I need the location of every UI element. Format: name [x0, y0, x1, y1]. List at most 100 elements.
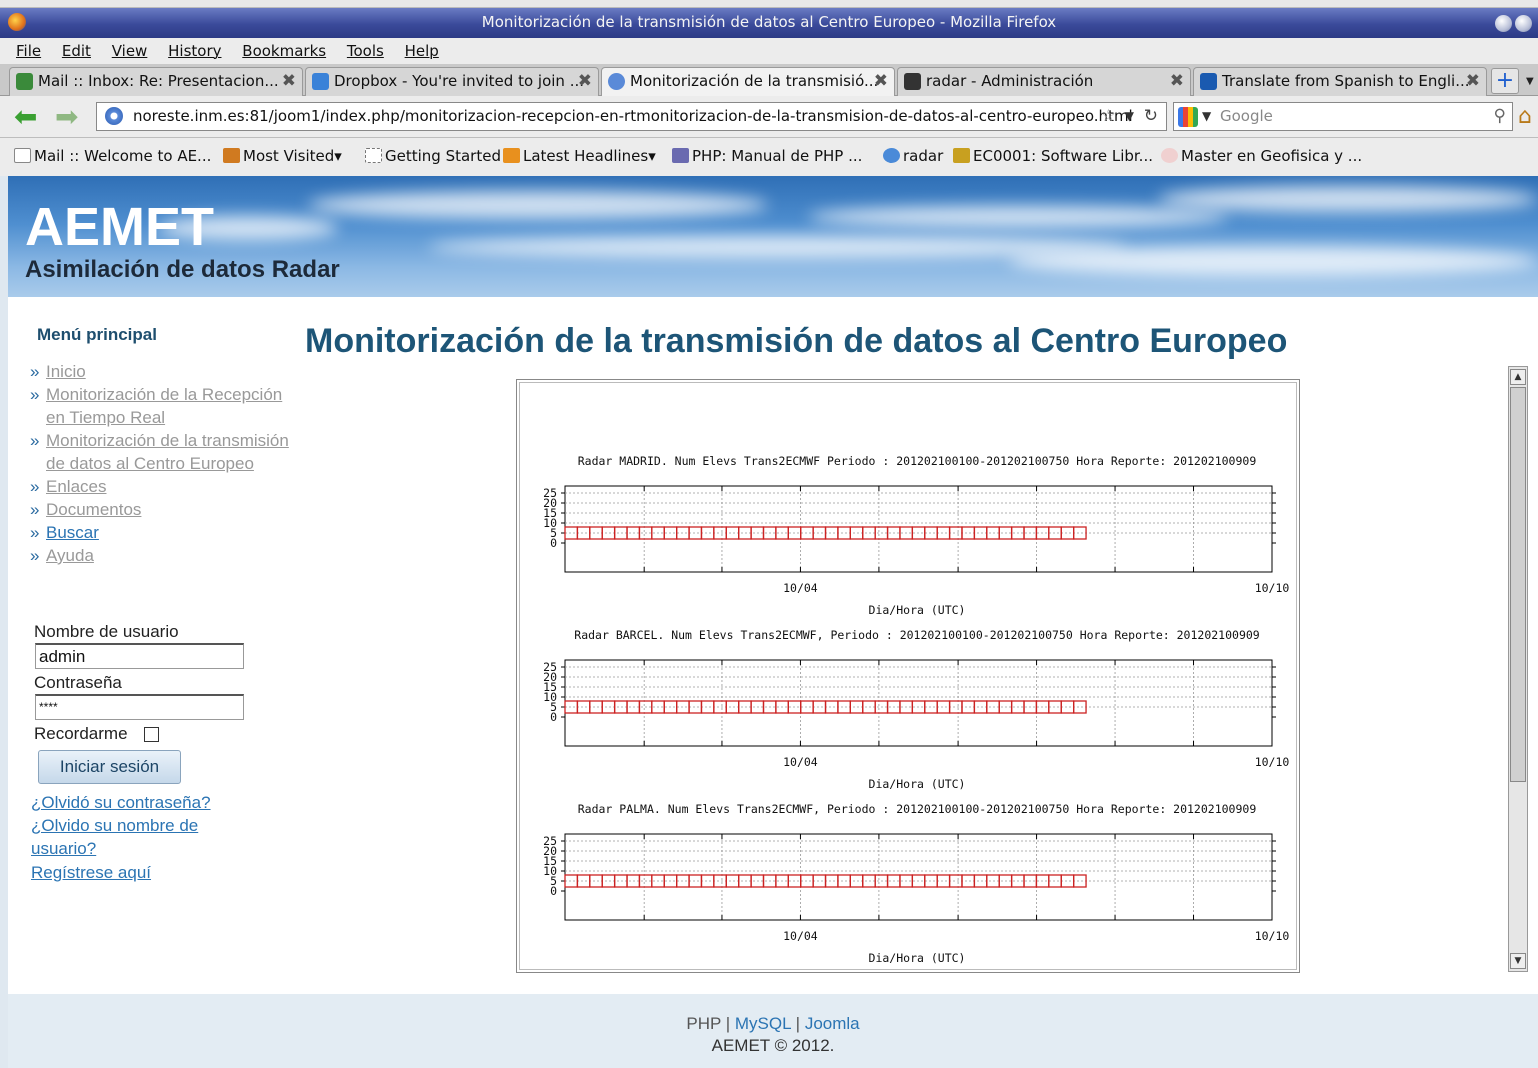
- search-input[interactable]: ▼ Google ⚲: [1173, 102, 1513, 131]
- menu-link-ayuda[interactable]: Ayuda: [46, 546, 94, 565]
- remember-checkbox[interactable]: [144, 727, 159, 742]
- x-tick-label: 10/04: [783, 755, 818, 769]
- bookmark-mail[interactable]: Mail :: Welcome to AE...: [14, 147, 211, 165]
- close-window-icon[interactable]: [1515, 15, 1532, 32]
- tab-dropbox[interactable]: Dropbox - You're invited to join ... ✖: [305, 67, 599, 96]
- google-engine-icon[interactable]: [1178, 107, 1198, 127]
- menu-link-documentos[interactable]: Documentos: [46, 500, 141, 519]
- bookmark-star-icon[interactable]: ☆: [1101, 103, 1116, 130]
- close-tab-icon[interactable]: ✖: [282, 68, 296, 95]
- sidebar: Menú principal Inicio Monitorización de …: [8, 297, 298, 997]
- password-field[interactable]: ****: [35, 694, 244, 720]
- footer-mysql-link[interactable]: MySQL: [735, 1014, 791, 1033]
- x-axis-label: Dia/Hora (UTC): [869, 951, 966, 965]
- dropbox-favicon-icon: [312, 73, 329, 90]
- bookmark-php-manual[interactable]: PHP: Manual de PHP ...: [672, 147, 862, 165]
- forgot-username-link[interactable]: ¿Olvido su nombre de: [31, 814, 198, 837]
- data-point: [973, 526, 988, 540]
- data-point: [837, 874, 851, 888]
- globe-icon: [883, 148, 900, 163]
- close-tab-icon[interactable]: ✖: [874, 68, 888, 95]
- new-tab-button[interactable]: +: [1491, 68, 1519, 94]
- menu-link-buscar[interactable]: Buscar: [46, 523, 99, 542]
- menu-history[interactable]: History: [168, 38, 221, 64]
- reload-icon[interactable]: ↻: [1144, 103, 1158, 130]
- footer-copyright: AEMET © 2012.: [711, 1036, 835, 1055]
- menu-link-enlaces[interactable]: Enlaces: [46, 477, 106, 496]
- menu-item-inicio: Inicio: [30, 360, 290, 383]
- close-tab-icon[interactable]: ✖: [578, 68, 592, 95]
- scrollbar[interactable]: ▲ ▼: [1508, 366, 1528, 972]
- scroll-up-icon[interactable]: ▲: [1510, 369, 1526, 385]
- data-point: [713, 874, 727, 888]
- plot-area: [564, 485, 1273, 573]
- engine-dropdown-icon[interactable]: ▼: [1202, 103, 1211, 130]
- x-axis-label: Dia/Hora (UTC): [869, 603, 966, 617]
- scroll-thumb[interactable]: [1510, 387, 1526, 782]
- close-tab-icon[interactable]: ✖: [1170, 68, 1184, 95]
- tab-translate[interactable]: Translate from Spanish to Engli... ✖: [1193, 67, 1487, 96]
- list-tabs-icon[interactable]: ▼: [1526, 76, 1534, 87]
- menu-link-recepcion[interactable]: Monitorización de la Recepción en Tiempo…: [46, 385, 282, 427]
- data-point: [725, 526, 740, 540]
- bookmark-getting-started[interactable]: Getting Started: [365, 147, 501, 165]
- close-tab-icon[interactable]: ✖: [1466, 68, 1480, 95]
- bookmark-label: Master en Geofisica y ...: [1181, 147, 1363, 165]
- data-point: [961, 874, 976, 888]
- menu-link-transmision[interactable]: Monitorización de la transmisión de dato…: [46, 431, 289, 473]
- tab-radar-admin[interactable]: radar - Administración ✖: [897, 67, 1191, 96]
- menu-file[interactable]: File: [16, 38, 41, 64]
- university-icon: [1161, 148, 1178, 163]
- y-tick-label: 25: [543, 486, 557, 500]
- username-field[interactable]: admin: [35, 643, 244, 669]
- data-point: [725, 874, 740, 888]
- data-point: [713, 700, 727, 714]
- tab-monitorizacion[interactable]: Monitorización de la transmisió... ✖: [601, 67, 895, 96]
- footer-links: PHP | MySQL | Joomla: [8, 1014, 1538, 1034]
- history-dropdown-icon[interactable]: ▼: [1125, 103, 1134, 130]
- bookmark-latest-headlines[interactable]: Latest Headlines▾: [503, 147, 656, 165]
- username-label: Nombre de usuario: [34, 622, 179, 641]
- data-point: [601, 700, 616, 714]
- bookmark-ec0001[interactable]: EC0001: Software Libr...: [953, 147, 1153, 165]
- menu-link-inicio[interactable]: Inicio: [46, 362, 86, 381]
- menu-help[interactable]: Help: [405, 38, 439, 64]
- search-icon[interactable]: ⚲: [1494, 103, 1506, 130]
- scroll-down-icon[interactable]: ▼: [1510, 953, 1526, 969]
- minimize-icon[interactable]: [1495, 15, 1512, 32]
- bookmark-radar[interactable]: radar: [883, 147, 943, 165]
- data-point: [1072, 526, 1087, 540]
- bookmark-label: Mail :: Welcome to AE...: [34, 147, 212, 165]
- back-arrow-icon[interactable]: ⬅: [14, 103, 37, 131]
- tab-label: radar - Administración: [926, 72, 1094, 90]
- footer-joomla-link[interactable]: Joomla: [805, 1014, 860, 1033]
- menu-bookmarks[interactable]: Bookmarks: [242, 38, 326, 64]
- bookmark-label: Most Visited▾: [243, 147, 342, 165]
- register-link[interactable]: Regístrese aquí: [31, 861, 151, 884]
- mail-favicon-icon: [16, 73, 33, 90]
- login-button[interactable]: Iniciar sesión: [38, 750, 181, 784]
- data-point: [1060, 700, 1075, 714]
- data-point: [961, 700, 976, 714]
- forgot-username-link-cont[interactable]: usuario?: [31, 837, 96, 860]
- tab-mail[interactable]: Mail :: Inbox: Re: Presentacion... ✖: [9, 67, 303, 96]
- envelope-icon: [14, 148, 31, 163]
- forward-arrow-icon[interactable]: ➡: [55, 103, 78, 131]
- forgot-password-link[interactable]: ¿Olvidó su contraseña?: [31, 791, 211, 814]
- menu-item-documentos: Documentos: [30, 498, 290, 521]
- bookmark-most-visited[interactable]: Most Visited▾: [223, 147, 342, 165]
- bookmark-master-geofisica[interactable]: Master en Geofisica y ...: [1161, 147, 1362, 165]
- x-tick-label: 10/04: [783, 581, 818, 595]
- menu-item-ayuda: Ayuda: [30, 544, 290, 567]
- data-point: [601, 874, 616, 888]
- bookmark-label: Latest Headlines▾: [523, 147, 656, 165]
- menu-edit[interactable]: Edit: [62, 38, 91, 64]
- home-icon[interactable]: ⌂: [1518, 104, 1532, 129]
- menu-view[interactable]: View: [112, 38, 148, 64]
- data-point: [576, 700, 591, 714]
- url-bar[interactable]: noreste.inm.es:81/joom1/index.php/monito…: [96, 102, 1167, 131]
- site-identity-icon[interactable]: [105, 107, 123, 125]
- menu-tools[interactable]: Tools: [347, 38, 384, 64]
- data-point: [837, 700, 851, 714]
- data-point: [849, 874, 864, 888]
